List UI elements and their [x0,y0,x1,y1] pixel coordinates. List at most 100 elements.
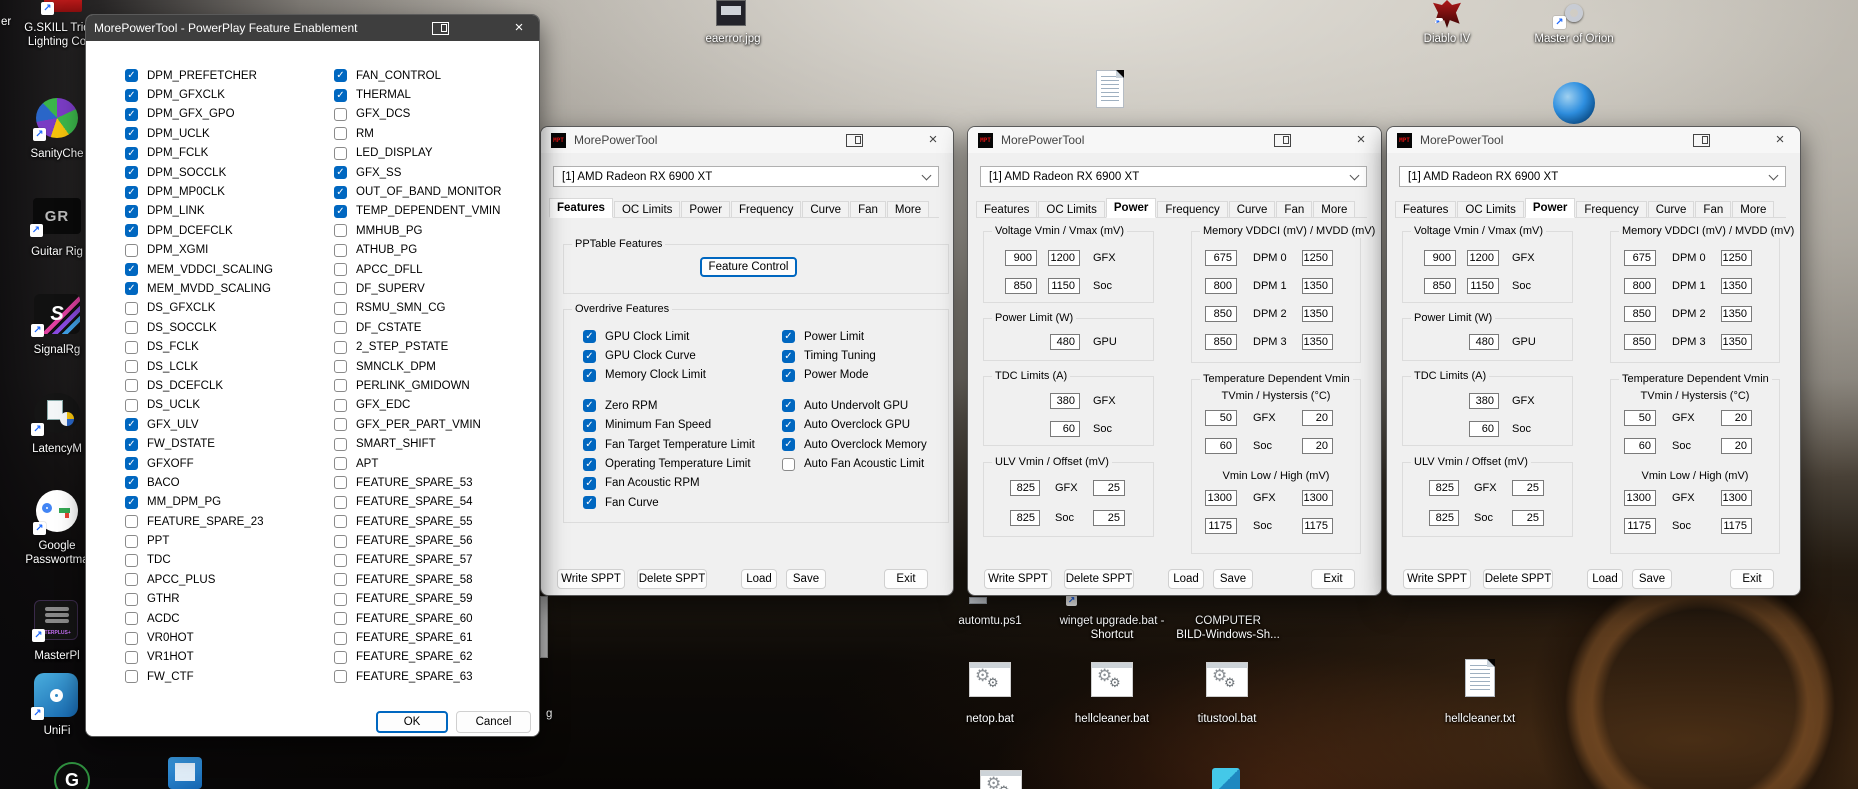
desktop-icon-gskill-trident-lighting[interactable]: ↗ [41,0,82,15]
checkbox-df-superv[interactable] [334,282,347,296]
checkbox-gfx-per-part-vmin[interactable] [334,418,347,432]
vmin-gfx-field[interactable]: 900 [1424,250,1456,266]
tab-oc-limits[interactable]: OC Limits [1457,201,1524,218]
desktop-icon-label[interactable]: Shortcut [1091,629,1134,641]
close-icon[interactable]: × [1349,128,1373,152]
button-save[interactable]: Save [1213,569,1253,589]
checkbox-gfx-ulv[interactable]: ✓ [125,418,138,432]
desktop-icon-label[interactable]: SanityChe [30,148,83,160]
checkbox-2-step-pstate[interactable] [334,340,347,354]
desktop-icon-label[interactable]: BILD-Windows-Sh... [1176,629,1280,641]
desktop-icon-label[interactable]: MasterPl [34,650,79,662]
desktop-icon-label[interactable]: hellcleaner.bat [1075,713,1149,725]
tab-features[interactable]: Features [1395,201,1457,218]
checkbox-zero-rpm[interactable]: ✓ [583,399,596,413]
checkbox-ppt[interactable] [125,534,138,548]
tab-power[interactable]: Power [1524,198,1576,218]
checkbox-mem-mvdd-scaling[interactable]: ✓ [125,282,138,296]
checkbox-df-cstate[interactable] [334,321,347,335]
checkbox-apt[interactable] [334,457,347,470]
button-delete-sppt[interactable]: Delete SPPT [637,569,707,589]
tab-features[interactable]: Features [549,198,613,218]
button-save[interactable]: Save [786,569,826,589]
button-write-sppt[interactable]: Write SPPT [984,569,1052,589]
checkbox-feature-spare-54[interactable] [334,495,347,509]
desktop-icon-netop-bat[interactable]: ⚙ ⚙ [969,662,1011,697]
checkbox-dpm-xgmi[interactable] [125,243,138,257]
vmin-low-soc-field[interactable]: 1175 [1205,518,1237,534]
checkbox-gfx-ss[interactable]: ✓ [334,166,347,180]
tvmin-soc-field[interactable]: 60 [1205,438,1237,454]
checkbox-feature-spare-63[interactable] [334,670,347,684]
desktop-icon-label[interactable]: eaerror.jpg [706,33,761,45]
desktop-icon-cube-cut[interactable] [1212,768,1240,789]
close-icon[interactable]: × [507,16,531,40]
tab-oc-limits[interactable]: OC Limits [1038,201,1105,218]
checkbox-dpm-dcefclk[interactable]: ✓ [125,224,138,238]
tvmin-gfx-field[interactable]: 50 [1205,410,1237,426]
device-select[interactable]: [1] AMD Radeon RX 6900 XT [1399,166,1786,187]
mvdd-dpm-0-field[interactable]: 1250 [1302,250,1333,266]
vddci-dpm-1-field[interactable]: 800 [1205,278,1237,294]
close-icon[interactable]: × [1768,128,1792,152]
desktop-icon-label[interactable]: hellcleaner.txt [1445,713,1515,725]
desktop-icon-label[interactable]: Master of Orion [1534,33,1613,45]
button-load[interactable]: Load [741,569,777,589]
mvdd-dpm-0-field[interactable]: 1250 [1721,250,1752,266]
desktop-icon-label[interactable]: Lighting Co [28,36,86,48]
desktop-icon-diablo-iv[interactable]: ↗ [1433,0,1461,28]
vmax-gfx-field[interactable]: 1200 [1467,250,1499,266]
window-card-icon[interactable] [1693,133,1710,147]
checkbox-feature-spare-58[interactable] [334,573,347,587]
checkbox-feature-spare-53[interactable] [334,476,347,490]
tvmin-gfx-field[interactable]: 50 [1624,410,1656,426]
checkbox-dpm-mp0clk[interactable]: ✓ [125,185,138,199]
button-delete-sppt[interactable]: Delete SPPT [1064,569,1134,589]
checkbox-tdc[interactable] [125,553,138,567]
checkbox-feature-spare-57[interactable] [334,553,347,567]
checkbox-rsmu-smn-cg[interactable] [334,301,347,315]
window-card-icon[interactable] [432,21,449,35]
checkbox-led-display[interactable] [334,146,347,160]
vmax-gfx-field[interactable]: 1200 [1048,250,1080,266]
checkbox-dpm-prefetcher[interactable]: ✓ [125,69,138,83]
checkbox-auto-undervolt-gpu[interactable]: ✓ [782,399,795,413]
checkbox-dpm-uclk[interactable]: ✓ [125,127,138,141]
desktop-icon-blue-swirl[interactable] [1553,82,1595,124]
vmin-high-soc-field[interactable]: 1175 [1302,518,1333,534]
checkbox-perlink-gmidown[interactable] [334,379,347,393]
checkbox-ds-gfxclk[interactable] [125,301,138,315]
checkbox-gfx-edc[interactable] [334,398,347,412]
checkbox-feature-spare-55[interactable] [334,515,347,529]
checkbox-operating-temperature-limit[interactable]: ✓ [583,457,596,471]
checkbox-smnclk-dpm[interactable] [334,360,347,374]
ulv-offset-gfx-field[interactable]: 25 [1093,480,1125,496]
checkbox-temp-dependent-vmin[interactable]: ✓ [334,204,347,218]
desktop-icon-label[interactable]: LatencyM [32,443,82,455]
checkbox-rm[interactable] [334,127,347,141]
power-limit-field[interactable]: 480 [1050,334,1080,350]
mvdd-dpm-2-field[interactable]: 1350 [1721,306,1752,322]
checkbox-mm-dpm-pg[interactable]: ✓ [125,495,138,509]
checkbox-mem-vddci-scaling[interactable]: ✓ [125,263,138,277]
desktop-icon-masterplus[interactable]: STERPLUS+ ↗ [32,600,78,642]
checkbox-ds-lclk[interactable] [125,360,138,374]
vmin-low-gfx-field[interactable]: 1300 [1624,490,1656,506]
checkbox-auto-fan-acoustic-limit[interactable] [782,457,795,471]
ulv-offset-soc-field[interactable]: 25 [1512,510,1544,526]
checkbox-feature-spare-62[interactable] [334,650,347,664]
mvdd-dpm-2-field[interactable]: 1350 [1302,306,1333,322]
vmin-low-soc-field[interactable]: 1175 [1624,518,1656,534]
checkbox-memory-clock-limit[interactable]: ✓ [583,368,596,382]
vmin-soc-field[interactable]: 850 [1424,278,1456,294]
button-write-sppt[interactable]: Write SPPT [557,569,625,589]
checkbox-feature-spare-61[interactable] [334,631,347,645]
checkbox-fw-dstate[interactable]: ✓ [125,437,138,451]
hysteresis-soc-field[interactable]: 20 [1721,438,1752,454]
vddci-dpm-0-field[interactable]: 675 [1205,250,1237,266]
vddci-dpm-2-field[interactable]: 850 [1624,306,1656,322]
button-exit[interactable]: Exit [884,569,928,589]
desktop-icon-hellcleaner-bat[interactable]: ⚙ ⚙ [1091,662,1133,697]
checkbox-apcc-plus[interactable] [125,573,138,587]
checkbox-gfxoff[interactable]: ✓ [125,457,138,470]
